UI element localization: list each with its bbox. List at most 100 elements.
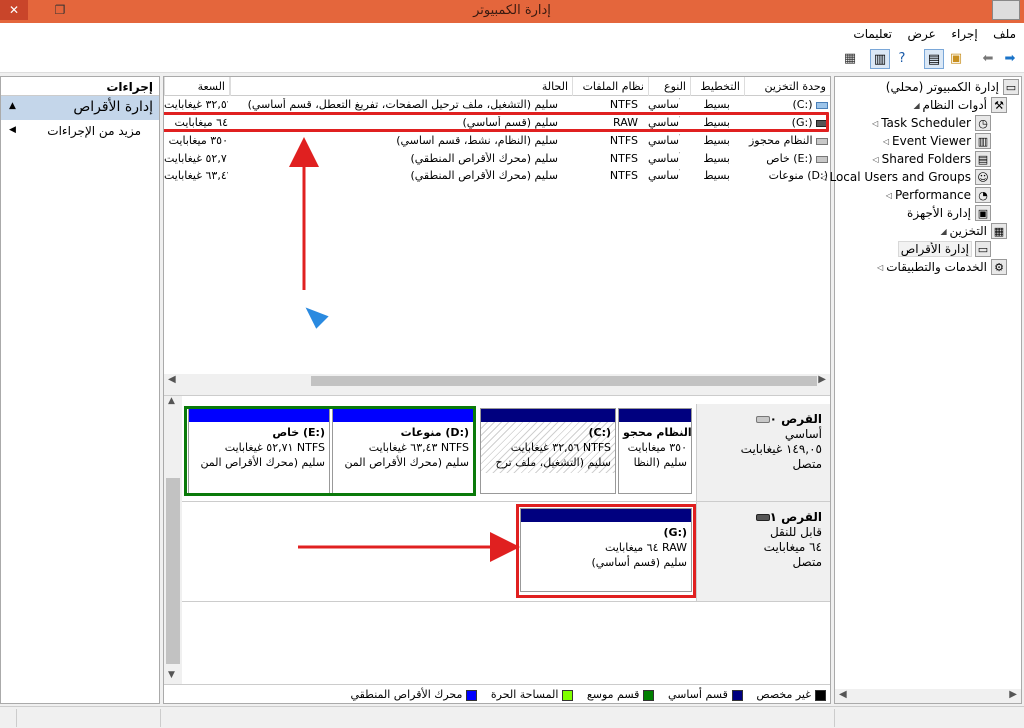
back-arrow-icon[interactable]: ➡	[1000, 49, 1020, 69]
volume-row[interactable]: (C:) بسيط أساسي NTFS سليم (التشغيل، ملف …	[164, 96, 830, 113]
status-segment	[160, 709, 161, 727]
tree-hscrollbar[interactable]: ◀ ▶	[835, 689, 1021, 703]
tree-item-services-apps[interactable]: ◁ الخدمات والتطبيقات ⚙	[872, 259, 1019, 277]
column-type[interactable]: النوع	[648, 77, 690, 96]
volume-drive-icon	[816, 155, 828, 163]
scroll-thumb[interactable]	[311, 376, 817, 386]
tree-item-performance[interactable]: ◁ Performance ◔	[881, 187, 1019, 205]
type-cell: أساسي	[648, 169, 680, 182]
volume-cell: (C:)	[744, 98, 828, 111]
disk-type: أساسي	[784, 427, 822, 441]
tree-item-local-users[interactable]: ◁ Local Users and Groups ☺	[815, 169, 1019, 187]
forward-arrow-icon[interactable]: ⬅	[978, 49, 998, 69]
menu-help[interactable]: تعليمات	[847, 23, 898, 41]
up-folder-icon[interactable]: ▣	[946, 49, 966, 69]
filesystem-cell: NTFS	[609, 152, 638, 165]
scroll-right-icon[interactable]: ▶	[818, 374, 826, 385]
menu-bar: ملف إجراء عرض تعليمات	[0, 23, 1024, 45]
menu-action[interactable]: إجراء	[945, 23, 983, 41]
scroll-down-icon[interactable]: ▼	[168, 670, 175, 680]
column-volume[interactable]: وحدة التخزين	[744, 77, 830, 96]
capacity-cell: ٣٢,٥٦ غيغابايت	[164, 98, 228, 111]
legend-item: المساحة الحرة	[491, 688, 574, 701]
layout-cell: بسيط	[703, 98, 730, 111]
actions-group-disk-management[interactable]: ▲ إدارة الأقراص	[1, 96, 159, 120]
settings-icon[interactable]: ▦	[840, 49, 860, 69]
type-cell: أساسي	[648, 152, 680, 165]
toolbar: ➡ ⬅ ▣ ▤ ? ▥ ▦	[0, 45, 1024, 73]
partition-system-reserved[interactable]: النظام محجو ٣٥٠ ميغابايت سليم (النظا	[618, 408, 692, 494]
collapse-icon: ▲	[9, 101, 16, 111]
disk-size: ٦٤ ميغابايت	[763, 540, 822, 554]
column-layout[interactable]: التخطيط	[690, 77, 744, 96]
column-capacity[interactable]: السعة	[164, 77, 230, 96]
actions-group-label: إدارة الأقراص	[73, 99, 153, 115]
type-cell: أساسي	[648, 98, 680, 111]
console-tree-icon[interactable]: ▤	[924, 49, 944, 69]
scroll-up-icon[interactable]: ▲	[168, 396, 175, 406]
type-cell: أساسي	[648, 134, 680, 147]
tree-item-storage[interactable]: ◢ التخزين ▦	[936, 223, 1019, 241]
highlight-box-partition-g	[516, 504, 696, 598]
disk-layout-area: ▲ ▼ القرص ٠ أساسي ١٤٩,٠٥ غيغابايت متصل ا…	[164, 396, 830, 684]
status-cell: سليم (النظام، نشط، قسم اساسي)	[396, 134, 558, 147]
status-segment	[834, 709, 835, 727]
more-actions-label: مزيد من الإجراءات	[47, 124, 141, 138]
scroll-left-icon[interactable]: ◀	[839, 689, 847, 700]
title-bar: ✕ ❐ إدارة الكمبيوتر	[0, 0, 1024, 23]
disk-area-vscrollbar[interactable]: ▲ ▼	[164, 396, 182, 684]
disk-0-label[interactable]: القرص ٠ أساسي ١٤٩,٠٥ غيغابايت متصل	[696, 404, 830, 501]
disk-0-row: القرص ٠ أساسي ١٤٩,٠٥ غيغابايت متصل النظا…	[182, 404, 830, 502]
volume-drive-icon	[816, 101, 828, 109]
storage-icon: ▦	[991, 223, 1007, 239]
help-icon[interactable]: ?	[892, 49, 912, 69]
tree-item-event-viewer[interactable]: ◁ Event Viewer ▥	[878, 133, 1019, 151]
legend-item: قسم موسع	[587, 688, 655, 701]
tree-item-system-tools[interactable]: ◢ أدوات النظام ⚒	[909, 97, 1019, 115]
primary-partition-band	[481, 409, 615, 422]
submenu-arrow-icon: ◀	[9, 125, 16, 135]
volume-cell: خاص (E:)	[744, 152, 828, 165]
volume-row[interactable]: منوعات (D:) بسيط أساسي NTFS سليم (محرك ا…	[164, 167, 830, 184]
column-filesystem[interactable]: نظام الملفات	[572, 77, 648, 96]
more-actions-item[interactable]: ◀ مزيد من الإجراءات	[1, 120, 159, 142]
layout-cell: بسيط	[703, 169, 730, 182]
show-hide-icon[interactable]: ▥	[870, 49, 890, 69]
highlight-box-volume-g	[164, 112, 829, 132]
status-cell: سليم (محرك الأقراص المنطقي)	[410, 152, 558, 165]
actions-header: إجراءات	[1, 77, 159, 96]
capacity-cell: ٥٢,٧١ غيغابايت	[164, 152, 228, 165]
device-manager-icon: ▣	[975, 205, 991, 221]
scroll-left-icon[interactable]: ◀	[168, 374, 176, 385]
tree-item-shared-folders[interactable]: ◁ Shared Folders ▤	[868, 151, 1019, 169]
status-cell: سليم (التشغيل، ملف ترحيل الصفحات، تفريغ …	[247, 98, 558, 111]
tree-item-disk-management[interactable]: إدارة الأقراص ▭	[885, 241, 1019, 259]
capacity-cell: ٣٥٠ ميغابايت	[168, 134, 228, 147]
scroll-thumb[interactable]	[166, 478, 180, 664]
menu-file[interactable]: ملف	[987, 23, 1024, 41]
event-viewer-icon: ▥	[975, 133, 991, 149]
tree-item-device-manager[interactable]: إدارة الأجهزة ▣	[893, 205, 1019, 223]
disk-1-row: القرص ١ قابل للنقل ٦٤ ميغابايت متصل (G:)…	[182, 502, 830, 602]
status-segment	[16, 709, 17, 727]
performance-icon: ◔	[975, 187, 991, 203]
primary-partition-band	[619, 409, 691, 422]
volume-table-hscrollbar[interactable]: ◀ ▶	[164, 374, 830, 388]
tree-item-computer-management[interactable]: إدارة الكمبيوتر (محلي) ▭	[872, 79, 1019, 97]
scroll-right-icon[interactable]: ▶	[1009, 689, 1017, 700]
clock-icon: ◷	[975, 115, 991, 131]
disk-icon	[755, 416, 770, 423]
users-icon: ☺	[975, 169, 991, 185]
tree-item-task-scheduler[interactable]: ◁ Task Scheduler ◷	[867, 115, 1019, 133]
pane-splitter[interactable]	[164, 388, 830, 396]
disk-state: متصل	[792, 555, 822, 569]
volume-row[interactable]: النظام محجوز بسيط أساسي NTFS سليم (النظا…	[164, 132, 830, 149]
partition-c[interactable]: (C:) ٣٢,٥٦ غيغابايت NTFS سليم (التشغيل، مل…	[480, 408, 616, 494]
menu-view[interactable]: عرض	[902, 23, 942, 41]
shared-folder-icon: ▤	[975, 151, 991, 167]
disk-size: ١٤٩,٠٥ غيغابايت	[740, 442, 822, 456]
volume-row[interactable]: خاص (E:) بسيط أساسي NTFS سليم (محرك الأق…	[164, 150, 830, 167]
column-status[interactable]: الحالة	[230, 77, 572, 96]
status-bar	[0, 706, 1024, 728]
disk-1-label[interactable]: القرص ١ قابل للنقل ٦٤ ميغابايت متصل	[696, 502, 830, 601]
